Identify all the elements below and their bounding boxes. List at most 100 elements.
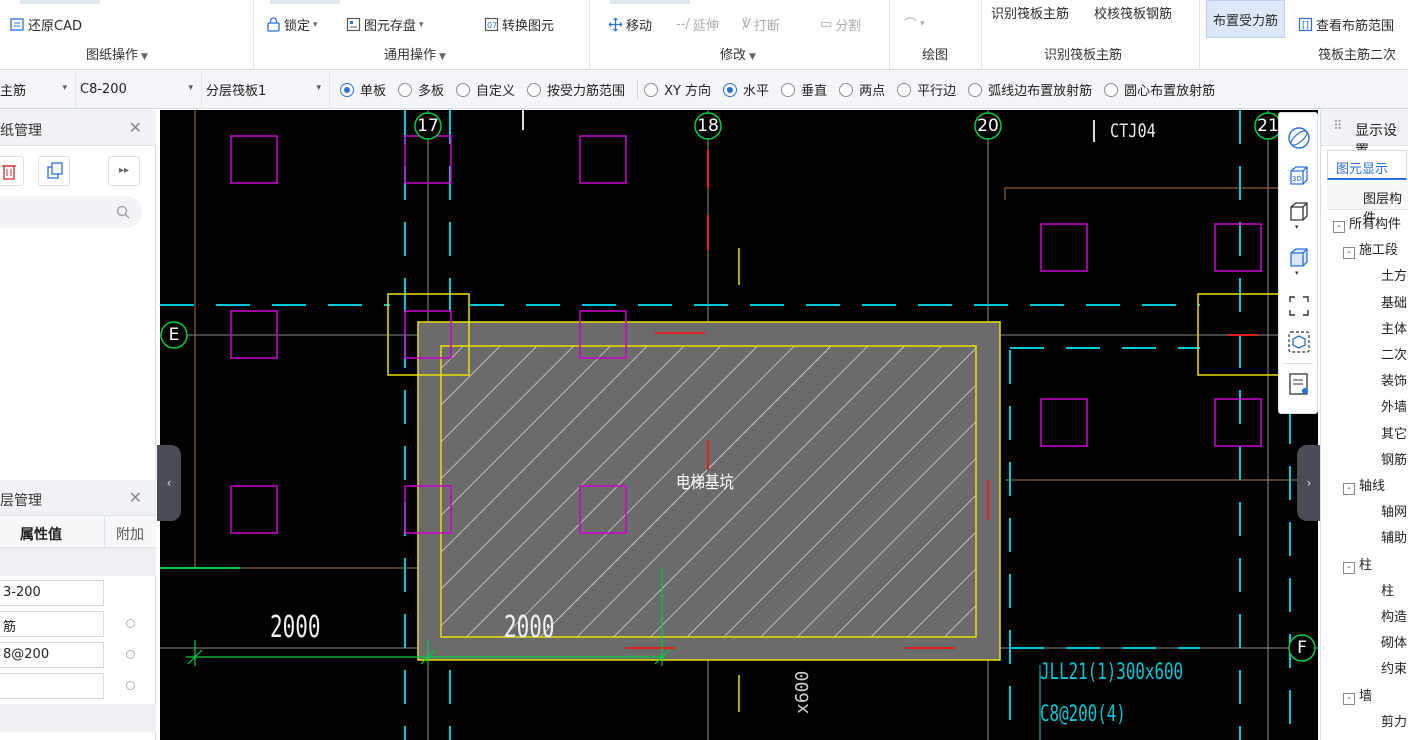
extra-checkbox[interactable] <box>126 681 135 690</box>
drag-handle-icon[interactable]: ⠿ <box>1333 119 1343 134</box>
save-element-button[interactable]: 图元存盘 ▾ <box>346 15 424 34</box>
radio-dot <box>456 82 471 97</box>
tree-item[interactable]: 柱 <box>1381 580 1394 599</box>
restore-cad-button[interactable]: 还原CAD <box>10 15 82 34</box>
svg-text:▾: ▾ <box>1295 269 1299 275</box>
lock-button[interactable]: 锁定 ▾ <box>266 15 318 34</box>
tree-item[interactable]: 土方 <box>1381 265 1407 284</box>
orbit-icon[interactable] <box>1286 125 1312 151</box>
collapse-toggle-icon[interactable]: - <box>1333 221 1345 233</box>
tree-item[interactable]: 装饰 <box>1381 370 1407 389</box>
tree-item[interactable]: 轴网 <box>1381 501 1407 520</box>
collapse-right-panel-button[interactable]: › <box>1297 445 1321 521</box>
radio-label: XY 方向 <box>664 84 712 99</box>
radio-by-stress-range[interactable]: 按受力筋范围 <box>527 80 625 99</box>
tree-item[interactable]: - 所有构件 <box>1333 213 1401 233</box>
radio-vertical[interactable]: 垂直 <box>781 80 827 99</box>
tree-item-label: 主体 <box>1381 321 1408 337</box>
drawing-mgmt-title: 纸管理 <box>0 123 42 139</box>
collapse-toggle-icon[interactable]: - <box>1343 561 1355 574</box>
move-icon <box>608 17 623 32</box>
group-title-modify[interactable]: 修改 ▼ <box>720 44 756 63</box>
display-settings-header: ⠿ 显示设置 <box>1321 110 1408 159</box>
rebar-type-select[interactable]: 主筋 ▾ <box>0 71 76 108</box>
radio-single-board[interactable]: 单板 <box>340 80 386 99</box>
property-value-field[interactable]: 3-200 <box>0 580 104 606</box>
tab-element-display[interactable]: 图元显示 <box>1327 150 1407 180</box>
tree-item[interactable]: - 轴线 <box>1343 475 1385 495</box>
tree-item[interactable]: 构造 <box>1381 606 1407 625</box>
tree-item-label: 施工段 <box>1359 243 1399 259</box>
move-button[interactable]: 移动 <box>608 15 652 34</box>
extra-checkbox[interactable] <box>126 619 135 628</box>
raft-layer-select[interactable]: 分层筏板1 ▾ <box>202 71 330 108</box>
cad-canvas[interactable]: 17 18 20 21 E F CTJ04 电梯基坑 2000 2000 JLL… <box>160 110 1318 740</box>
tree-item[interactable]: - 施工段 <box>1343 239 1399 260</box>
tree-item[interactable]: 约束 <box>1381 658 1407 677</box>
split-button[interactable]: ▭ 分割 <box>820 15 861 34</box>
tree-item[interactable]: 二次 <box>1381 344 1407 363</box>
group-title-general-ops[interactable]: 通用操作 ▼ <box>384 44 446 63</box>
break-icon: ℣ <box>742 17 751 32</box>
tree-item[interactable]: -墙 <box>1343 685 1372 705</box>
radio-label: 弧线边布置放射筋 <box>988 84 1093 99</box>
break-button[interactable]: ℣ 打断 <box>742 15 780 34</box>
tree-item[interactable]: 剪力 <box>1381 711 1407 730</box>
convert-element-button[interactable]: 07 转换图元 <box>484 15 554 34</box>
tree-item[interactable]: 辅助 <box>1381 527 1407 546</box>
tree-item[interactable]: -柱 <box>1343 554 1372 574</box>
radio-arc-radial[interactable]: 弧线边布置放射筋 <box>968 80 1092 99</box>
close-icon[interactable]: ✕ <box>129 118 142 137</box>
radio-parallel-edge[interactable]: 平行边 <box>897 80 956 99</box>
radio-center-radial[interactable]: 圆心布置放射筋 <box>1104 80 1215 99</box>
property-value-field[interactable]: 8@200 <box>0 642 104 668</box>
collapse-toggle-icon[interactable]: - <box>1343 483 1355 495</box>
copy-icon <box>47 162 63 179</box>
delete-drawing-button[interactable] <box>0 156 24 186</box>
check-rebar-button[interactable]: 校核筏板钢筋 <box>1094 3 1172 22</box>
tree-item[interactable]: 基础 <box>1381 292 1407 311</box>
rebar-spec-select[interactable]: C8-200 ▾ <box>76 71 202 108</box>
tree-item-label: 钢筋 <box>1381 452 1408 468</box>
layout-stress-rebar-button[interactable]: 布置受力筋 <box>1206 0 1286 38</box>
collapse-left-panel-button[interactable]: ‹ <box>157 445 181 521</box>
close-icon[interactable]: ✕ <box>129 488 142 507</box>
display-settings-icon[interactable] <box>1286 371 1312 397</box>
tree-item[interactable]: 外墙 <box>1381 396 1407 415</box>
group-title-text: 图纸操作 <box>86 48 139 63</box>
radio-two-points[interactable]: 两点 <box>839 80 885 99</box>
cube-solid-icon[interactable]: ▾ <box>1286 245 1312 277</box>
cube-view-icon[interactable]: ▾ <box>1286 199 1312 231</box>
3d-view-icon[interactable]: 3D <box>1286 163 1312 189</box>
radio-multi-board[interactable]: 多板 <box>398 80 444 99</box>
radio-dot <box>1104 82 1119 97</box>
tree-item[interactable]: 砌体 <box>1381 632 1407 651</box>
more-button[interactable]: ▸▸ <box>108 156 140 186</box>
extra-checkbox[interactable] <box>126 650 135 659</box>
identify-main-rebar-button[interactable]: 识别筏板主筋 <box>991 3 1069 22</box>
col-extra: 附加 <box>116 527 144 543</box>
tree-item-label: 所有构件 <box>1349 217 1402 232</box>
hide-element-icon[interactable] <box>1286 329 1312 355</box>
tree-item[interactable]: 其它 <box>1381 423 1407 442</box>
search-input[interactable] <box>0 196 142 228</box>
tree-item-label: 土方 <box>1381 269 1408 285</box>
copy-drawing-button[interactable] <box>38 156 70 186</box>
radio-xy-direction[interactable]: XY 方向 <box>644 80 711 99</box>
collapse-toggle-icon[interactable]: - <box>1343 247 1355 260</box>
tree-item[interactable]: 主体 <box>1381 318 1407 337</box>
tree-item-label: 约束 <box>1381 662 1408 678</box>
group-title-drawing-ops[interactable]: 图纸操作 ▼ <box>86 44 148 63</box>
property-value-field[interactable]: 筋 <box>0 611 104 637</box>
axis-label-f: F <box>1297 638 1307 658</box>
fullscreen-icon[interactable] <box>1286 293 1312 319</box>
collapse-toggle-icon[interactable]: - <box>1343 692 1355 705</box>
tree-item[interactable]: 钢筋 <box>1381 449 1407 468</box>
arc-draw-button[interactable]: ⌒ ▾ <box>904 14 925 33</box>
radio-custom[interactable]: 自定义 <box>456 80 515 99</box>
view-rebar-range-button[interactable]: [] 查看布筋范围 <box>1298 15 1394 34</box>
property-value-field[interactable] <box>0 673 104 699</box>
radio-horizontal[interactable]: 水平 <box>723 80 769 99</box>
extend-button[interactable]: --/ 延伸 <box>676 15 719 34</box>
group-modify: 移动 --/ 延伸 ℣ 打断 ▭ 分割 修改 ▼ <box>590 0 890 69</box>
